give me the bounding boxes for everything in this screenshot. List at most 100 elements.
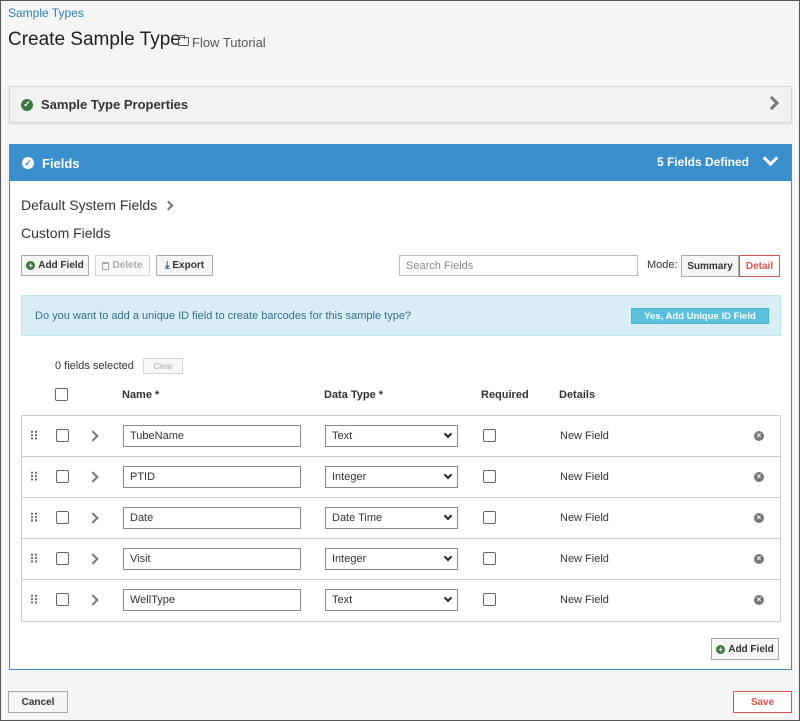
field-name-input[interactable] [123,589,301,611]
field-name-input[interactable] [123,466,301,488]
page-title: Create Sample Type [8,29,181,50]
data-type-value: Date Time [332,512,383,524]
add-field-bottom-label: Add Field [728,643,774,655]
expand-chevron-icon[interactable] [87,512,99,524]
field-row: Date Time New Field × [22,498,780,539]
save-button[interactable]: Save [733,691,792,713]
required-checkbox[interactable] [483,552,496,565]
unique-id-alert: Do you want to add a unique ID field to … [21,295,781,336]
row-select-checkbox[interactable] [56,429,69,442]
clear-selection-button[interactable]: Clear [143,358,183,374]
chevron-down-icon [443,552,453,562]
properties-panel-title: Sample Type Properties [41,97,189,112]
column-header-details: Details [559,389,596,401]
field-row: Text New Field × [22,580,780,621]
folder-icon [178,35,189,46]
selected-count: 0 fields selected [55,360,134,372]
select-all-checkbox[interactable] [55,388,68,401]
system-fields-label: Default System Fields [21,197,158,213]
required-checkbox[interactable] [483,429,496,442]
field-row: Text New Field × [22,416,780,457]
chevron-down-icon [443,593,453,603]
row-select-checkbox[interactable] [56,552,69,565]
breadcrumb[interactable]: Sample Types [8,6,84,20]
field-name-input[interactable] [123,507,301,529]
fields-count: 5 Fields Defined [656,155,749,169]
field-details: New Field [560,430,609,442]
drag-handle-icon[interactable] [30,471,38,481]
check-circle-icon: ✓ [22,157,34,169]
plus-icon: + [716,644,726,654]
custom-fields-label: Custom Fields [21,225,111,241]
row-select-checkbox[interactable] [56,593,69,606]
field-row: Integer New Field × [22,457,780,498]
cancel-button[interactable]: Cancel [8,691,68,713]
data-type-value: Integer [332,471,367,483]
mode-summary-button[interactable]: Summary [681,255,739,277]
fields-panel-header[interactable]: ✓ Fields 5 Fields Defined [10,145,791,181]
download-icon: ⤓ [164,260,170,271]
row-select-checkbox[interactable] [56,470,69,483]
add-unique-id-button[interactable]: Yes, Add Unique ID Field [631,308,769,324]
column-header-name: Name * [122,389,160,401]
row-select-checkbox[interactable] [56,511,69,524]
chevron-down-icon [443,470,453,480]
field-name-input[interactable] [123,425,301,447]
expand-chevron-icon[interactable] [87,594,99,606]
project-label: Flow Tutorial [178,35,266,50]
remove-field-icon[interactable]: × [754,431,764,441]
project-name: Flow Tutorial [192,35,266,50]
mode-label: Mode: [647,259,678,271]
expand-chevron-icon[interactable] [87,553,99,565]
trash-icon [102,261,110,270]
drag-handle-icon[interactable] [30,553,38,563]
field-details: New Field [560,512,609,524]
column-header-required: Required [481,389,529,401]
data-type-select[interactable]: Date Time [325,507,458,529]
field-rows: Text New Field × Integer New Field × Dat… [21,415,781,622]
required-checkbox[interactable] [483,470,496,483]
data-type-value: Text [332,430,353,442]
data-type-value: Text [332,594,353,606]
data-type-select[interactable]: Text [325,425,458,447]
chevron-right-icon[interactable] [764,95,780,111]
check-circle-icon: ✓ [21,98,33,111]
data-type-select[interactable]: Integer [325,466,458,488]
field-name-input[interactable] [123,548,301,570]
chevron-down-icon [443,429,453,439]
drag-handle-icon[interactable] [30,430,38,440]
sample-type-properties-panel[interactable]: ✓ Sample Type Properties [9,86,792,123]
required-checkbox[interactable] [483,511,496,524]
fields-panel-title: Fields [42,155,80,171]
chevron-right-icon [163,200,174,210]
chevron-down-icon[interactable] [762,150,779,167]
required-checkbox[interactable] [483,593,496,606]
drag-handle-icon[interactable] [30,512,38,522]
remove-field-icon[interactable]: × [754,554,764,564]
remove-field-icon[interactable]: × [754,472,764,482]
search-fields-input[interactable] [399,255,638,276]
expand-chevron-icon[interactable] [87,430,99,442]
add-field-bottom-button[interactable]: + Add Field [711,638,779,660]
chevron-down-icon [443,511,453,521]
remove-field-icon[interactable]: × [754,513,764,523]
add-field-button[interactable]: + Add Field [21,255,89,276]
field-details: New Field [560,553,609,565]
fields-panel: ✓ Fields 5 Fields Defined Default System… [9,144,792,670]
default-system-fields-toggle[interactable]: Default System Fields [21,197,174,213]
field-row: Integer New Field × [22,539,780,580]
export-button[interactable]: ⤓ Export [156,255,213,276]
remove-field-icon[interactable]: × [754,595,764,605]
column-header-data-type: Data Type * [324,389,384,401]
mode-detail-button[interactable]: Detail [739,255,780,277]
expand-chevron-icon[interactable] [87,471,99,483]
data-type-value: Integer [332,553,367,565]
alert-message: Do you want to add a unique ID field to … [35,309,412,322]
drag-handle-icon[interactable] [30,594,38,604]
data-type-select[interactable]: Text [325,589,458,611]
delete-label: Delete [112,260,143,271]
data-type-select[interactable]: Integer [325,548,458,570]
export-label: Export [172,260,205,271]
field-details: New Field [560,594,609,606]
delete-button[interactable]: Delete [95,255,150,276]
